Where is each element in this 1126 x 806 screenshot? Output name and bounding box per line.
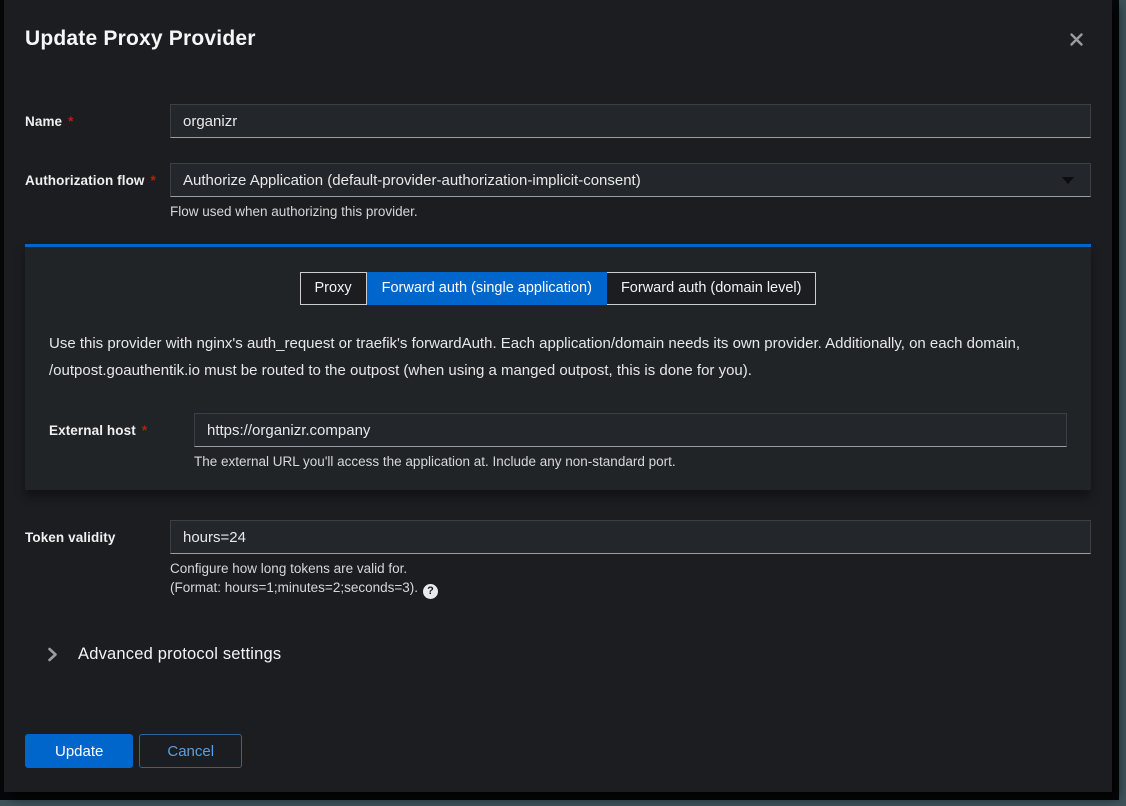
name-label: Name * xyxy=(25,104,170,129)
tab-forward-auth-domain-level[interactable]: Forward auth (domain level) xyxy=(607,272,817,305)
external-host-label: External host * xyxy=(49,413,194,438)
advanced-protocol-settings-expander[interactable]: Advanced protocol settings xyxy=(47,645,281,664)
page-background-right xyxy=(1119,0,1126,806)
page-background-bottom xyxy=(0,800,1126,806)
close-icon[interactable] xyxy=(1065,28,1088,51)
chevron-right-icon xyxy=(47,646,58,663)
external-host-input[interactable] xyxy=(194,413,1067,447)
proxy-mode-toggle-group: Proxy Forward auth (single application) … xyxy=(49,272,1067,305)
token-validity-row: Token validity Configure how long tokens… xyxy=(25,520,1091,599)
proxy-mode-card: Proxy Forward auth (single application) … xyxy=(25,244,1091,490)
required-asterisk: * xyxy=(68,114,73,129)
authorization-flow-row: Authorization flow * Authorize Applicatio… xyxy=(25,163,1091,220)
tab-proxy[interactable]: Proxy xyxy=(300,272,367,305)
page-title: Update Proxy Provider xyxy=(25,26,1091,52)
name-label-text: Name xyxy=(25,114,62,129)
mode-description: Use this provider with nginx's auth_requ… xyxy=(49,330,1067,384)
authorization-flow-help: Flow used when authorizing this provider… xyxy=(170,204,1091,220)
token-validity-help-line2: (Format: hours=1;minutes=2;seconds=3).? xyxy=(170,580,1091,599)
advanced-protocol-settings-label: Advanced protocol settings xyxy=(78,645,281,664)
external-host-row: External host * The external URL you'll a… xyxy=(49,413,1067,470)
update-proxy-provider-modal: Update Proxy Provider Name * Authorizatio… xyxy=(4,0,1112,792)
token-validity-label-text: Token validity xyxy=(25,530,115,545)
external-host-label-text: External host xyxy=(49,423,136,438)
modal-footer: Update Cancel xyxy=(25,734,1091,768)
required-asterisk: * xyxy=(142,423,147,438)
name-field-row: Name * xyxy=(25,104,1091,138)
external-host-help: The external URL you'll access the appli… xyxy=(194,454,1067,470)
authorization-flow-label: Authorization flow * xyxy=(25,163,170,188)
help-icon[interactable]: ? xyxy=(423,584,438,599)
token-validity-input[interactable] xyxy=(170,520,1091,554)
authorization-flow-selected-value: Authorize Application (default-provider-… xyxy=(183,172,641,189)
token-validity-help-line1: Configure how long tokens are valid for. xyxy=(170,561,1091,577)
token-validity-label: Token validity xyxy=(25,520,170,545)
tab-forward-auth-single-application[interactable]: Forward auth (single application) xyxy=(367,272,607,305)
authorization-flow-label-text: Authorization flow xyxy=(25,173,145,188)
required-asterisk: * xyxy=(151,173,156,188)
dropdown-caret-icon xyxy=(1062,177,1074,184)
update-button[interactable]: Update xyxy=(25,734,133,768)
name-input[interactable] xyxy=(170,104,1091,138)
cancel-button[interactable]: Cancel xyxy=(139,734,242,768)
token-validity-format-text: (Format: hours=1;minutes=2;seconds=3). xyxy=(170,580,418,595)
authorization-flow-select[interactable]: Authorize Application (default-provider-… xyxy=(170,163,1091,197)
